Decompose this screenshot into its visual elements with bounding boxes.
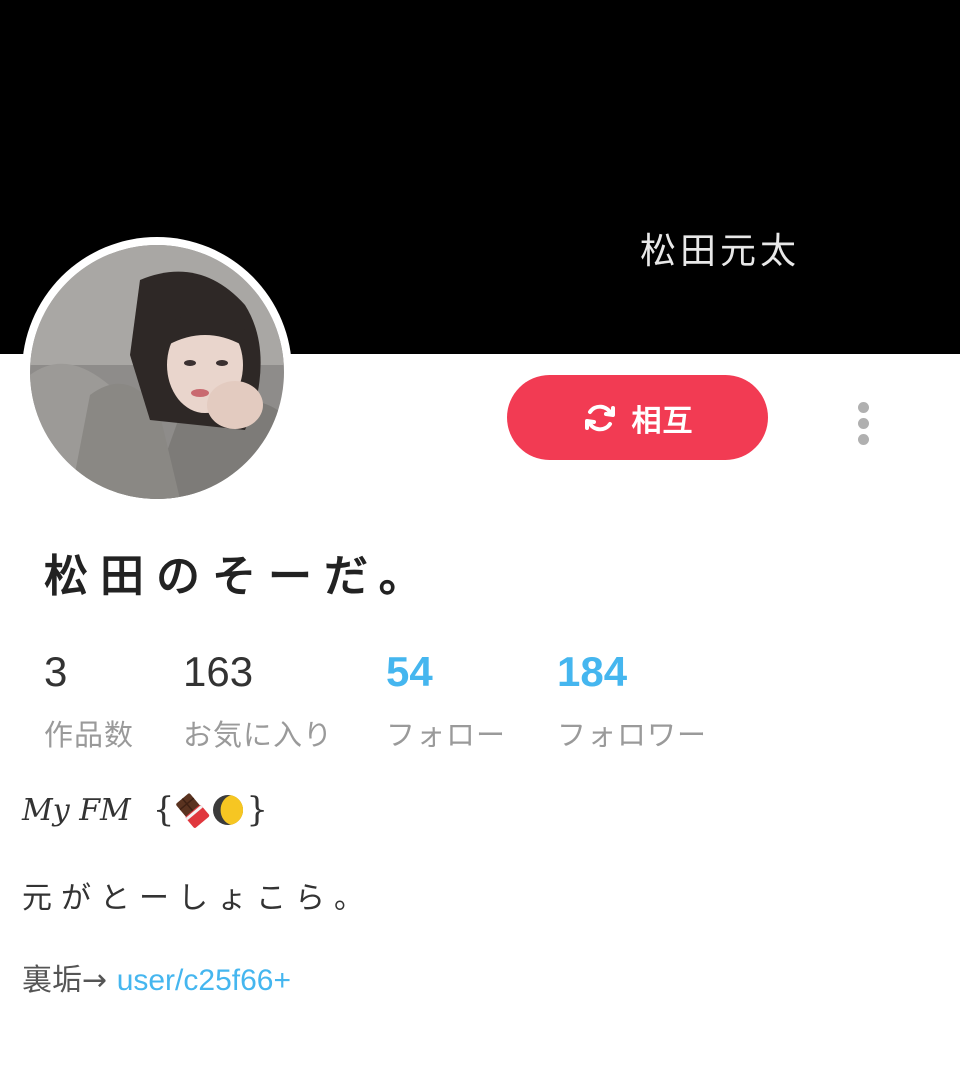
chocolate-bar-icon (174, 792, 210, 828)
stat-works-label: 作品数 (44, 718, 135, 752)
bio-alt-account-link[interactable]: user/c25f66+ (117, 964, 291, 997)
bio-line-2: 元がとーしょこら。 (22, 881, 373, 916)
mutual-button-label: 相互 (631, 403, 694, 439)
bio-alt-account-label: 裏垢→ (22, 963, 117, 998)
stat-works[interactable]: 3 作品数 (44, 648, 134, 754)
crescent-moon-icon (210, 792, 246, 828)
stat-following-value: 54 (386, 648, 433, 695)
stat-followers-label: フォロワー (557, 718, 708, 752)
display-name: 松田のそーだ。 (44, 551, 435, 602)
avatar-image (30, 245, 284, 499)
sync-icon (582, 400, 618, 436)
stat-works-value: 3 (44, 648, 68, 695)
stat-favorites[interactable]: 163 お気に入り (183, 648, 333, 754)
banner-text: 松田元太 (640, 231, 801, 272)
stat-following-label: フォロー (386, 718, 507, 752)
stat-favorites-label: お気に入り (183, 718, 334, 752)
avatar[interactable] (22, 237, 292, 507)
profile-page: 松田元太 相互 松田のそーだ。 3 作品数 163 お気に入り 54 フォロー … (0, 0, 960, 1074)
stat-followers[interactable]: 184 フォロワー (557, 648, 707, 754)
bio-close-brace: } (246, 790, 269, 830)
bio-line-1: My FM { } (22, 790, 268, 830)
bio-open-brace: { (152, 790, 175, 830)
mutual-follow-button[interactable]: 相互 (507, 375, 768, 460)
stat-favorites-value: 163 (183, 648, 254, 695)
more-vertical-icon[interactable] (852, 398, 876, 450)
bio-line-3: 裏垢→ user/c25f66+ (22, 955, 291, 999)
stat-following[interactable]: 54 フォロー (386, 648, 506, 754)
bio-fm-text: My FM (22, 792, 131, 828)
stat-followers-value: 184 (557, 648, 628, 695)
